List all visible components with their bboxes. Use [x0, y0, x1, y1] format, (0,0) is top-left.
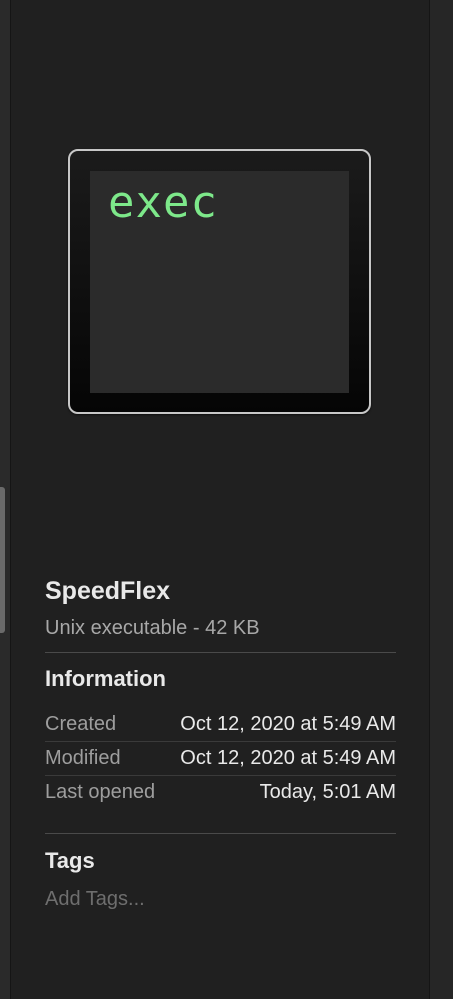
info-row-modified: Modified Oct 12, 2020 at 5:49 AM: [45, 742, 396, 775]
terminal-exec-icon: exec: [68, 149, 371, 414]
info-value: Oct 12, 2020 at 5:49 AM: [180, 713, 396, 735]
preview-pane: exec SpeedFlex Unix executable - 42 KB I…: [0, 0, 453, 999]
info-row-last-opened: Last opened Today, 5:01 AM: [45, 776, 396, 809]
info-value: Today, 5:01 AM: [259, 781, 396, 803]
file-kind-size: Unix executable - 42 KB: [45, 617, 260, 639]
info-value: Oct 12, 2020 at 5:49 AM: [180, 747, 396, 769]
add-tags-field[interactable]: Add Tags...: [45, 888, 145, 911]
divider: [45, 652, 396, 653]
tags-heading: Tags: [45, 848, 95, 873]
file-name: SpeedFlex: [45, 577, 171, 605]
terminal-screen: exec: [90, 171, 349, 393]
information-heading: Information: [45, 666, 166, 691]
info-label: Last opened: [45, 781, 156, 803]
file-preview-thumbnail: exec: [68, 149, 371, 414]
right-column-edge: [429, 0, 453, 999]
info-row-created: Created Oct 12, 2020 at 5:49 AM: [45, 708, 396, 741]
terminal-text: exec: [108, 177, 218, 228]
divider: [45, 833, 396, 834]
scrollbar-handle[interactable]: [0, 487, 5, 633]
info-label: Modified: [45, 747, 121, 769]
info-label: Created: [45, 713, 117, 735]
